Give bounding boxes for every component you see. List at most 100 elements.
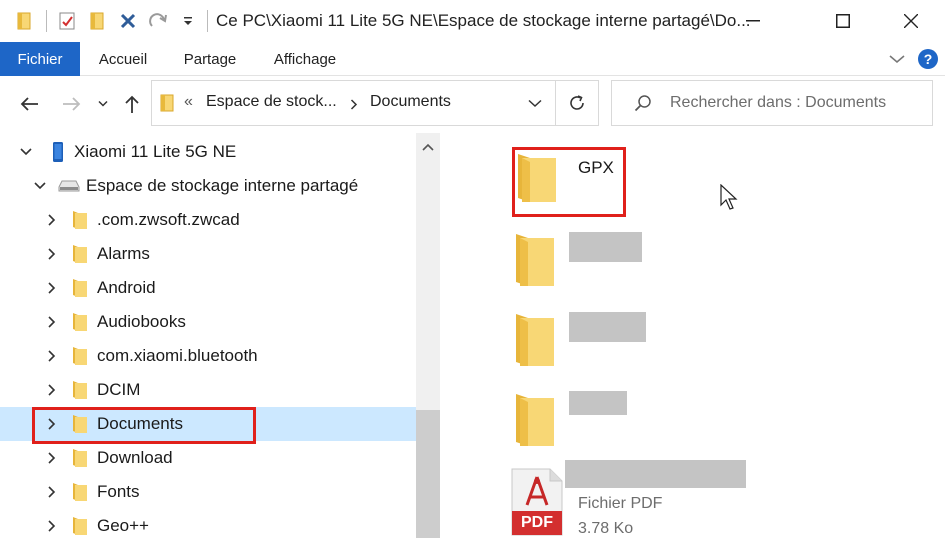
tree-item-label: DCIM: [97, 380, 141, 399]
up-button[interactable]: [118, 76, 146, 132]
highlight-box-gpx: [512, 147, 626, 217]
tree-item-folder[interactable]: .com.zwsoft.zwcad: [0, 203, 416, 237]
file-size: 3.78 Ko: [578, 520, 634, 537]
delete-icon[interactable]: [113, 0, 143, 42]
chevron-right-icon[interactable]: [44, 382, 60, 398]
chevron-down-icon: [98, 100, 108, 107]
title-bar: Ce PC\Xiaomi 11 Lite 5G NE\Espace de sto…: [0, 0, 945, 42]
tree-item-folder[interactable]: Alarms: [0, 237, 416, 271]
folder-icon: [73, 279, 87, 297]
address-bar[interactable]: « Espace de stock... Documents: [151, 80, 599, 126]
minimize-button[interactable]: [722, 0, 784, 42]
chevron-right-icon[interactable]: [44, 484, 60, 500]
expand-ribbon-button[interactable]: [888, 50, 906, 68]
toolbar-separator: [46, 10, 47, 32]
redo-icon[interactable]: [143, 0, 173, 42]
tree-item-label: Xiaomi 11 Lite 5G NE: [74, 142, 237, 161]
close-button[interactable]: [880, 0, 942, 42]
pdf-file-icon[interactable]: PDF: [510, 467, 564, 537]
tree-item-label: Fonts: [97, 482, 140, 501]
tab-partage[interactable]: Partage: [174, 42, 246, 76]
tree-item-label: Geo++: [97, 516, 149, 535]
tree-item-label: Espace de stockage interne partagé: [86, 176, 359, 195]
chevron-up-icon[interactable]: [422, 143, 434, 151]
quick-access-toolbar: [0, 0, 203, 42]
maximize-button[interactable]: [812, 0, 874, 42]
breadcrumb-item[interactable]: Espace de stock...: [206, 93, 337, 111]
folder-icon: [73, 347, 87, 365]
folder-icon: [73, 449, 87, 467]
chevron-right-icon[interactable]: [44, 348, 60, 364]
tree-item-label: Download: [97, 448, 173, 467]
chevron-right-icon[interactable]: [350, 99, 358, 110]
breadcrumb-overflow[interactable]: «: [184, 93, 193, 111]
tree-item-folder[interactable]: DCIM: [0, 373, 416, 407]
search-box[interactable]: Rechercher dans : Documents: [611, 80, 933, 126]
chevron-right-icon[interactable]: [44, 314, 60, 330]
back-button[interactable]: [12, 76, 46, 132]
scrollbar-thumb[interactable]: [416, 410, 440, 538]
help-icon: ?: [923, 51, 933, 67]
folder-icon[interactable]: [10, 0, 40, 42]
tab-affichage[interactable]: Affichage: [262, 42, 348, 76]
close-icon: [904, 14, 918, 28]
chevron-right-icon[interactable]: [44, 450, 60, 466]
tree-item-folder[interactable]: Fonts: [0, 475, 416, 509]
properties-icon[interactable]: [53, 0, 83, 42]
refresh-button[interactable]: [556, 81, 598, 125]
customize-toolbar-icon[interactable]: [173, 0, 203, 42]
chevron-right-icon[interactable]: [44, 212, 60, 228]
window-title: Ce PC\Xiaomi 11 Lite 5G NE\Espace de sto…: [216, 11, 751, 30]
folder-icon[interactable]: [514, 312, 564, 368]
refresh-icon: [570, 95, 584, 110]
tab-fichier[interactable]: Fichier: [0, 42, 80, 76]
folder-icon[interactable]: [514, 232, 564, 288]
chevron-right-icon[interactable]: [44, 280, 60, 296]
chevron-right-icon[interactable]: [44, 518, 60, 534]
tree-item-device[interactable]: Xiaomi 11 Lite 5G NE: [0, 135, 416, 169]
tree-item-folder[interactable]: Android: [0, 271, 416, 305]
tree-item-label: Android: [97, 278, 156, 297]
tree-item-folder[interactable]: com.xiaomi.bluetooth: [0, 339, 416, 373]
phone-icon: [53, 142, 63, 162]
recent-locations-button[interactable]: [94, 76, 112, 132]
tree-item-folder[interactable]: Geo++: [0, 509, 416, 538]
drive-icon: [58, 180, 80, 192]
tab-accueil[interactable]: Accueil: [88, 42, 158, 76]
title-separator: [207, 10, 208, 32]
folder-icon: [73, 313, 87, 331]
folder-icon: [160, 94, 174, 112]
breadcrumb-item[interactable]: Documents: [370, 93, 451, 111]
redacted-file-name: [569, 232, 642, 262]
minimize-icon: [746, 20, 760, 22]
new-folder-icon[interactable]: [83, 0, 113, 42]
maximize-icon: [836, 14, 850, 28]
chevron-down-icon[interactable]: [32, 178, 48, 194]
chevron-right-icon[interactable]: [44, 246, 60, 262]
help-button[interactable]: ?: [918, 49, 938, 69]
chevron-down-icon: [889, 55, 905, 64]
chevron-down-icon[interactable]: [528, 99, 542, 108]
redacted-file-name: [565, 460, 746, 488]
folder-icon: [73, 483, 87, 501]
highlight-box-documents: [32, 407, 256, 444]
search-placeholder: Rechercher dans : Documents: [670, 94, 887, 111]
chevron-down-icon[interactable]: [18, 144, 34, 160]
arrow-left-icon: [20, 97, 38, 111]
search-icon: [634, 95, 651, 112]
tree-item-folder[interactable]: Audiobooks: [0, 305, 416, 339]
folder-icon: [73, 211, 87, 229]
tree-item-storage[interactable]: Espace de stockage interne partagé: [0, 169, 416, 203]
folder-icon: [73, 517, 87, 535]
tree-item-label: Audiobooks: [97, 312, 186, 331]
folder-icon: [73, 245, 87, 263]
redacted-file-name: [569, 312, 646, 342]
tree-item-label: com.xiaomi.bluetooth: [97, 346, 258, 365]
tree-item-folder[interactable]: Download: [0, 441, 416, 475]
arrow-right-icon: [63, 97, 81, 111]
mouse-cursor-icon: [720, 184, 738, 210]
folder-icon[interactable]: [514, 392, 564, 448]
redacted-file-name: [569, 391, 627, 415]
forward-button[interactable]: [56, 76, 88, 132]
file-type: Fichier PDF: [578, 495, 663, 512]
